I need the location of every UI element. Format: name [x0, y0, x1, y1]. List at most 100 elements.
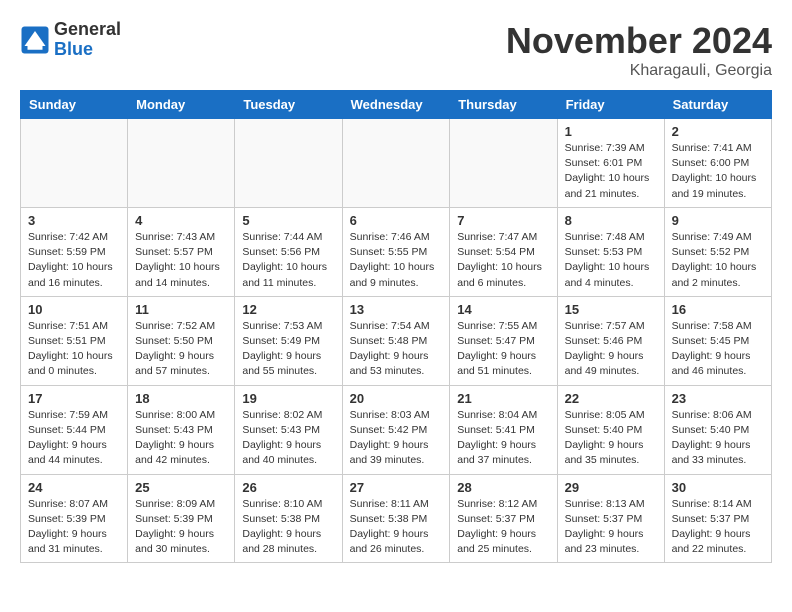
day-info: Sunrise: 7:42 AM Sunset: 5:59 PM Dayligh… — [28, 230, 120, 291]
day-number: 5 — [242, 213, 334, 228]
day-info: Sunrise: 7:53 AM Sunset: 5:49 PM Dayligh… — [242, 319, 334, 380]
week-row-5: 24 Sunrise: 8:07 AM Sunset: 5:39 PM Dayli… — [21, 474, 772, 563]
day-info: Sunrise: 8:11 AM Sunset: 5:38 PM Dayligh… — [350, 497, 443, 558]
calendar-cell: 29 Sunrise: 8:13 AM Sunset: 5:37 PM Dayli… — [557, 474, 664, 563]
calendar-cell: 7 Sunrise: 7:47 AM Sunset: 5:54 PM Daylig… — [450, 207, 557, 296]
weekday-header-sunday: Sunday — [21, 91, 128, 119]
day-info: Sunrise: 7:49 AM Sunset: 5:52 PM Dayligh… — [672, 230, 764, 291]
calendar-cell — [235, 119, 342, 208]
weekday-header-saturday: Saturday — [664, 91, 771, 119]
day-info: Sunrise: 7:57 AM Sunset: 5:46 PM Dayligh… — [565, 319, 657, 380]
calendar-cell: 15Sunrise: 7:57 AM Sunset: 5:46 PM Dayli… — [557, 296, 664, 385]
week-row-3: 10 Sunrise: 7:51 AM Sunset: 5:51 PM Dayli… — [21, 296, 772, 385]
day-number: 26 — [242, 480, 334, 495]
day-number: 14 — [457, 302, 549, 317]
day-info: Sunrise: 7:59 AM Sunset: 5:44 PM Dayligh… — [28, 408, 120, 469]
day-number: 11 — [135, 302, 227, 317]
logo-blue: Blue — [54, 39, 93, 59]
day-info: Sunrise: 7:58 AM Sunset: 5:45 PM Dayligh… — [672, 319, 764, 380]
calendar-cell: 9 Sunrise: 7:49 AM Sunset: 5:52 PM Daylig… — [664, 207, 771, 296]
day-info: Sunrise: 8:03 AM Sunset: 5:42 PM Dayligh… — [350, 408, 443, 469]
day-info: Sunrise: 7:48 AM Sunset: 5:53 PM Dayligh… — [565, 230, 657, 291]
day-info: Sunrise: 8:02 AM Sunset: 5:43 PM Dayligh… — [242, 408, 334, 469]
day-info: Sunrise: 7:46 AM Sunset: 5:55 PM Dayligh… — [350, 230, 443, 291]
calendar-cell: 11 Sunrise: 7:52 AM Sunset: 5:50 PM Dayli… — [128, 296, 235, 385]
calendar-cell: 6 Sunrise: 7:46 AM Sunset: 5:55 PM Daylig… — [342, 207, 450, 296]
day-info: Sunrise: 8:10 AM Sunset: 5:38 PM Dayligh… — [242, 497, 334, 558]
weekday-header-row: SundayMondayTuesdayWednesdayThursdayFrid… — [21, 91, 772, 119]
logo-icon — [20, 25, 50, 55]
week-row-1: 1 Sunrise: 7:39 AM Sunset: 6:01 PM Daylig… — [21, 119, 772, 208]
day-info: Sunrise: 8:04 AM Sunset: 5:41 PM Dayligh… — [457, 408, 549, 469]
calendar-cell: 5Sunrise: 7:44 AM Sunset: 5:56 PM Daylig… — [235, 207, 342, 296]
day-info: Sunrise: 8:09 AM Sunset: 5:39 PM Dayligh… — [135, 497, 227, 558]
calendar-cell: 10 Sunrise: 7:51 AM Sunset: 5:51 PM Dayli… — [21, 296, 128, 385]
calendar-cell — [21, 119, 128, 208]
calendar-cell: 1 Sunrise: 7:39 AM Sunset: 6:01 PM Daylig… — [557, 119, 664, 208]
day-number: 29 — [565, 480, 657, 495]
day-info: Sunrise: 7:41 AM Sunset: 6:00 PM Dayligh… — [672, 141, 764, 202]
day-info: Sunrise: 7:39 AM Sunset: 6:01 PM Dayligh… — [565, 141, 657, 202]
calendar-cell: 19 Sunrise: 8:02 AM Sunset: 5:43 PM Dayli… — [235, 385, 342, 474]
calendar-cell: 26 Sunrise: 8:10 AM Sunset: 5:38 PM Dayli… — [235, 474, 342, 563]
day-number: 27 — [350, 480, 443, 495]
day-number: 1 — [565, 124, 657, 139]
weekday-header-tuesday: Tuesday — [235, 91, 342, 119]
calendar-cell: 12Sunrise: 7:53 AM Sunset: 5:49 PM Dayli… — [235, 296, 342, 385]
calendar-cell: 23 Sunrise: 8:06 AM Sunset: 5:40 PM Dayli… — [664, 385, 771, 474]
calendar-cell: 20 Sunrise: 8:03 AM Sunset: 5:42 PM Dayli… — [342, 385, 450, 474]
weekday-header-friday: Friday — [557, 91, 664, 119]
week-row-2: 3Sunrise: 7:42 AM Sunset: 5:59 PM Daylig… — [21, 207, 772, 296]
day-info: Sunrise: 8:13 AM Sunset: 5:37 PM Dayligh… — [565, 497, 657, 558]
week-row-4: 17 Sunrise: 7:59 AM Sunset: 5:44 PM Dayli… — [21, 385, 772, 474]
day-number: 13 — [350, 302, 443, 317]
day-number: 25 — [135, 480, 227, 495]
weekday-header-monday: Monday — [128, 91, 235, 119]
calendar-cell: 8 Sunrise: 7:48 AM Sunset: 5:53 PM Daylig… — [557, 207, 664, 296]
calendar-cell: 28Sunrise: 8:12 AM Sunset: 5:37 PM Dayli… — [450, 474, 557, 563]
day-number: 18 — [135, 391, 227, 406]
calendar-cell: 18 Sunrise: 8:00 AM Sunset: 5:43 PM Dayli… — [128, 385, 235, 474]
day-info: Sunrise: 7:54 AM Sunset: 5:48 PM Dayligh… — [350, 319, 443, 380]
day-info: Sunrise: 7:43 AM Sunset: 5:57 PM Dayligh… — [135, 230, 227, 291]
calendar-cell: 24 Sunrise: 8:07 AM Sunset: 5:39 PM Dayli… — [21, 474, 128, 563]
day-number: 23 — [672, 391, 764, 406]
calendar-cell: 27 Sunrise: 8:11 AM Sunset: 5:38 PM Dayli… — [342, 474, 450, 563]
day-number: 19 — [242, 391, 334, 406]
calendar-cell — [450, 119, 557, 208]
day-number: 28 — [457, 480, 549, 495]
day-info: Sunrise: 7:52 AM Sunset: 5:50 PM Dayligh… — [135, 319, 227, 380]
day-number: 6 — [350, 213, 443, 228]
calendar-cell: 17 Sunrise: 7:59 AM Sunset: 5:44 PM Dayli… — [21, 385, 128, 474]
day-number: 2 — [672, 124, 764, 139]
day-info: Sunrise: 7:47 AM Sunset: 5:54 PM Dayligh… — [457, 230, 549, 291]
day-number: 20 — [350, 391, 443, 406]
calendar-cell: 22Sunrise: 8:05 AM Sunset: 5:40 PM Dayli… — [557, 385, 664, 474]
day-number: 17 — [28, 391, 120, 406]
calendar-cell — [342, 119, 450, 208]
day-info: Sunrise: 8:00 AM Sunset: 5:43 PM Dayligh… — [135, 408, 227, 469]
day-number: 8 — [565, 213, 657, 228]
day-number: 24 — [28, 480, 120, 495]
day-number: 21 — [457, 391, 549, 406]
day-number: 7 — [457, 213, 549, 228]
day-info: Sunrise: 8:07 AM Sunset: 5:39 PM Dayligh… — [28, 497, 120, 558]
day-info: Sunrise: 7:51 AM Sunset: 5:51 PM Dayligh… — [28, 319, 120, 380]
calendar-cell: 25 Sunrise: 8:09 AM Sunset: 5:39 PM Dayli… — [128, 474, 235, 563]
day-number: 10 — [28, 302, 120, 317]
title-block: November 2024 Kharagauli, Georgia — [506, 20, 772, 80]
calendar-cell: 30 Sunrise: 8:14 AM Sunset: 5:37 PM Dayli… — [664, 474, 771, 563]
calendar-cell: 16Sunrise: 7:58 AM Sunset: 5:45 PM Dayli… — [664, 296, 771, 385]
weekday-header-wednesday: Wednesday — [342, 91, 450, 119]
month-title: November 2024 — [506, 20, 772, 62]
day-info: Sunrise: 8:14 AM Sunset: 5:37 PM Dayligh… — [672, 497, 764, 558]
day-number: 9 — [672, 213, 764, 228]
logo-text: General Blue — [54, 20, 121, 60]
day-number: 4 — [135, 213, 227, 228]
day-number: 30 — [672, 480, 764, 495]
day-info: Sunrise: 8:06 AM Sunset: 5:40 PM Dayligh… — [672, 408, 764, 469]
logo-general: General — [54, 19, 121, 39]
day-number: 22 — [565, 391, 657, 406]
weekday-header-thursday: Thursday — [450, 91, 557, 119]
calendar-cell: 4 Sunrise: 7:43 AM Sunset: 5:57 PM Daylig… — [128, 207, 235, 296]
